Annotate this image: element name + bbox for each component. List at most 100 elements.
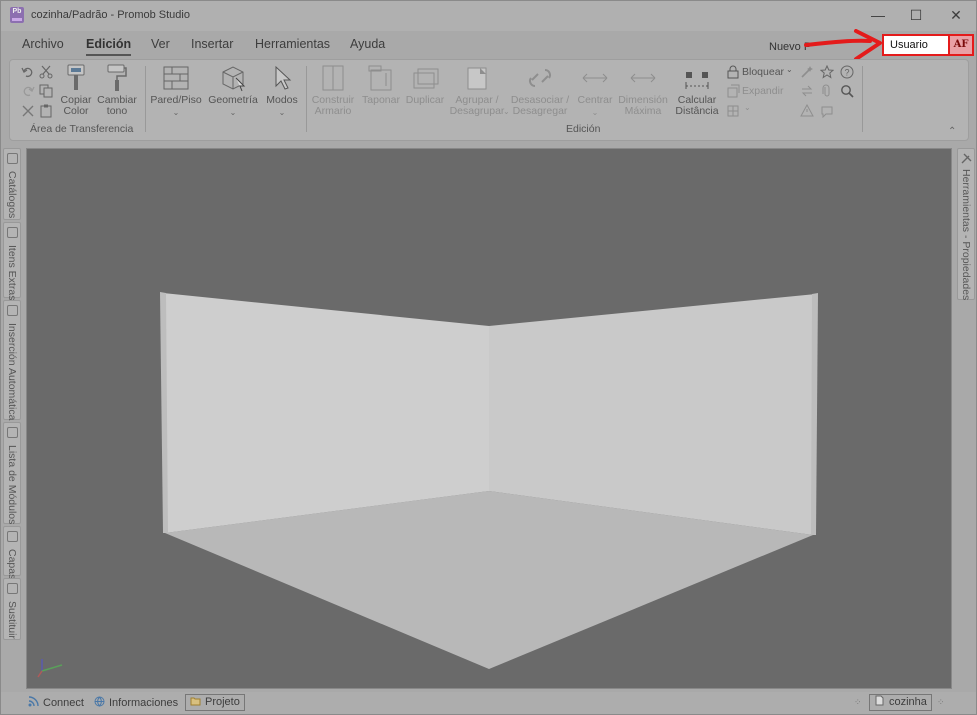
star-icon[interactable]	[820, 65, 834, 79]
3d-viewport[interactable]	[26, 148, 952, 689]
grid-view-icon[interactable]	[726, 104, 740, 118]
document-icon	[875, 695, 884, 706]
file-tab-button[interactable]: cozinha	[869, 694, 932, 711]
duplicate-button[interactable]: Duplicar	[403, 64, 447, 106]
status-bar: Connect Informaciones Projeto ⁘ cozinha …	[1, 692, 976, 714]
modes-label: Modos	[266, 94, 298, 106]
delete-icon[interactable]	[21, 104, 35, 118]
promob-app-icon: Pb	[10, 7, 24, 23]
paste-icon[interactable]	[39, 104, 53, 118]
cut-icon[interactable]	[39, 65, 53, 79]
broken-link-icon	[529, 69, 551, 87]
dissociate-label: Desasociar / Desagregar	[510, 94, 570, 117]
tab-ver[interactable]: Ver	[151, 37, 170, 51]
copy-icon[interactable]	[39, 84, 53, 98]
expand-label[interactable]: Expandir	[742, 85, 783, 97]
search-icon[interactable]	[840, 84, 854, 98]
undo-icon[interactable]	[21, 65, 35, 79]
lock-icon[interactable]	[726, 65, 740, 79]
maximize-button[interactable]: ☐	[901, 5, 931, 25]
cabinet-icon	[322, 65, 344, 91]
chevron-down-icon[interactable]: ⌄	[744, 103, 751, 112]
resize-grip-icon[interactable]: ⁘	[854, 697, 862, 708]
layers-icon	[7, 531, 18, 542]
tools-icon	[961, 153, 972, 164]
modes-button[interactable]: Modos ⌄	[263, 64, 301, 118]
attach-icon[interactable]	[820, 84, 834, 98]
tab-edicion[interactable]: Edición	[86, 37, 132, 56]
tab-herramientas-propiedades-label: Herramientas - Propiedades	[960, 169, 972, 301]
file-tab-label: cozinha	[889, 696, 927, 708]
redo-icon[interactable]	[21, 84, 35, 98]
ribbon-separator	[145, 66, 146, 132]
max-dimension-button[interactable]: Dimensión Máxima	[616, 64, 670, 117]
tab-capas[interactable]: Capas	[3, 526, 21, 579]
brick-wall-icon	[163, 66, 189, 90]
tab-catalogos-label: Catálogos	[6, 171, 18, 219]
calc-distance-label: Calcular Distância	[675, 94, 719, 117]
tab-insercion-automatica-label: Inserción Automática	[6, 323, 18, 421]
cap-panel-icon	[368, 65, 392, 91]
close-button[interactable]: ✕	[941, 5, 971, 25]
replace-icon	[7, 583, 18, 594]
calc-distance-button[interactable]: Calcular Distância	[672, 64, 722, 117]
change-tone-button[interactable]: Cambiar tono	[96, 64, 138, 117]
build-cabinet-label: Construir Armario	[311, 94, 355, 117]
clipboard-group-label: Área de Transferencia	[30, 123, 134, 135]
info-status-button[interactable]: Informaciones	[94, 696, 178, 709]
tab-sustituir[interactable]: Sustituir	[3, 578, 21, 640]
ribbon-separator	[862, 66, 863, 132]
tab-insercion-automatica[interactable]: Inserción Automática	[3, 300, 21, 420]
left-side-panel: Catálogos Itens Extras Inserción Automát…	[3, 148, 21, 688]
user-avatar[interactable]: AF	[950, 36, 972, 54]
tab-lista-modulos-label: Lista de Módulos	[6, 445, 18, 525]
collapse-ribbon-icon[interactable]: ⌃	[948, 126, 956, 137]
dissociate-button[interactable]: Desasociar / Desagregar	[509, 64, 571, 117]
catalog-icon	[7, 153, 18, 164]
geometry-button[interactable]: Geometría ⌄	[206, 64, 260, 118]
horizontal-arrows-icon	[582, 73, 608, 83]
center-button[interactable]: Centrar ⌄	[573, 64, 617, 118]
info-label: Informaciones	[109, 697, 179, 709]
magic-wand-icon[interactable]	[800, 65, 814, 79]
tab-archivo[interactable]: Archivo	[22, 37, 64, 51]
user-account-box[interactable]: Usuario AF	[882, 34, 974, 56]
swap-icon[interactable]	[800, 84, 814, 98]
tab-herramientas[interactable]: Herramientas	[255, 37, 330, 51]
copy-color-label: Copiar Color	[60, 94, 92, 117]
folder-icon	[190, 697, 201, 706]
help-icon[interactable]: ?	[840, 65, 854, 79]
tab-lista-modulos[interactable]: Lista de Módulos	[3, 422, 21, 524]
group-icon	[467, 67, 487, 90]
window-title: cozinha/Padrão - Promob Studio	[31, 9, 190, 21]
tab-catalogos[interactable]: Catálogos	[3, 148, 21, 220]
change-tone-label: Cambiar tono	[97, 94, 137, 117]
user-name-label: Usuario	[884, 36, 948, 54]
chat-bubble-icon[interactable]	[820, 104, 834, 118]
wall-floor-button[interactable]: Pared/Piso ⌄	[150, 64, 202, 118]
group-ungroup-button[interactable]: Agrupar / Desagrupar ⌄	[448, 64, 510, 117]
chevron-down-icon: ⌄	[172, 108, 180, 117]
lock-label[interactable]: Bloquear	[742, 66, 784, 78]
tab-insertar[interactable]: Insertar	[191, 37, 233, 51]
status-grip-icon: ⁘	[937, 697, 945, 707]
tab-ayuda[interactable]: Ayuda	[350, 37, 385, 51]
warning-icon[interactable]	[800, 104, 814, 118]
cap-button[interactable]: Taponar	[360, 64, 402, 106]
group-ungroup-label: Agrupar / Desagrupar	[449, 94, 505, 117]
svg-text:?: ?	[845, 68, 850, 78]
expand-icon[interactable]	[726, 84, 740, 98]
connect-label: Connect	[43, 697, 84, 709]
tab-itens-extras[interactable]: Itens Extras	[3, 222, 21, 300]
project-status-button[interactable]: Projeto	[185, 694, 245, 711]
build-cabinet-button[interactable]: Construir Armario	[309, 64, 357, 117]
geometry-label: Geometría	[208, 94, 258, 106]
left-wall	[163, 293, 489, 533]
minimize-button[interactable]: —	[863, 5, 893, 25]
chevron-down-icon[interactable]: ⌄	[786, 65, 793, 74]
wall-floor-label: Pared/Piso	[150, 94, 202, 106]
globe-icon	[94, 696, 105, 707]
copy-color-button[interactable]: Copiar Color	[58, 64, 94, 117]
tab-herramientas-propiedades[interactable]: Herramientas - Propiedades	[957, 148, 975, 300]
connect-status-button[interactable]: Connect	[28, 696, 84, 709]
